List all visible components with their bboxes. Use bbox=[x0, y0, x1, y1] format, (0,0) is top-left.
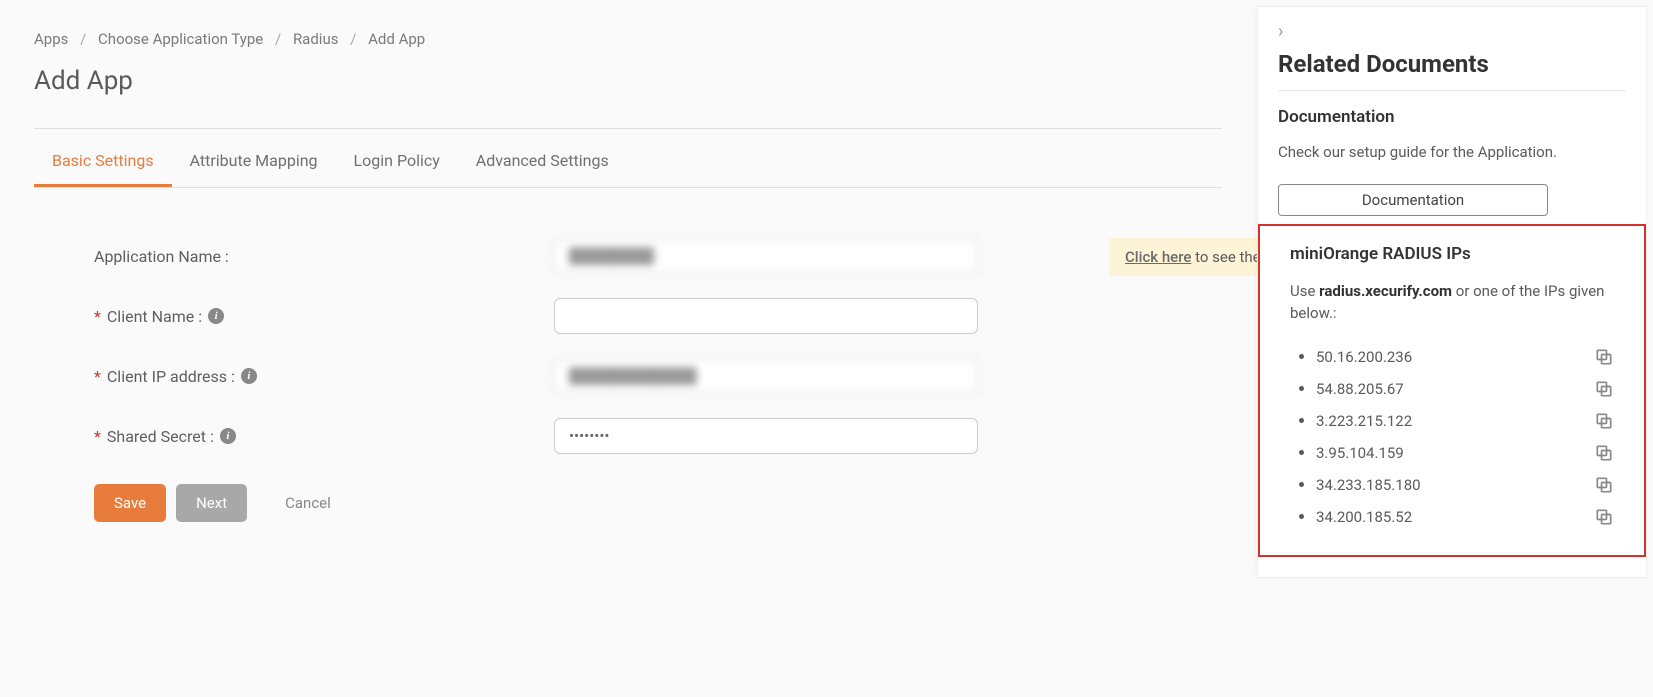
client-name-input[interactable] bbox=[554, 298, 978, 334]
save-button[interactable]: Save bbox=[94, 484, 166, 522]
page-title: Add App bbox=[34, 66, 1222, 96]
breadcrumb-apps[interactable]: Apps bbox=[34, 30, 68, 48]
required-asterisk: * bbox=[94, 367, 101, 386]
side-panel: › Related Documents Documentation Check … bbox=[1257, 6, 1647, 578]
ip-address: 3.95.104.159 bbox=[1316, 444, 1404, 462]
tab-login-policy[interactable]: Login Policy bbox=[336, 137, 458, 187]
ips-domain: radius.xecurify.com bbox=[1319, 282, 1452, 300]
label-text: Client IP address : bbox=[107, 367, 235, 386]
copy-icon[interactable] bbox=[1594, 379, 1614, 399]
client-name-label: * Client Name : i bbox=[94, 307, 554, 326]
client-ip-input[interactable] bbox=[554, 358, 978, 394]
ip-address: 50.16.200.236 bbox=[1316, 348, 1412, 366]
ip-address: 54.88.205.67 bbox=[1316, 380, 1404, 398]
label-text: Client Name : bbox=[107, 307, 202, 326]
radius-ips-heading: miniOrange RADIUS IPs bbox=[1290, 244, 1614, 264]
info-icon[interactable]: i bbox=[241, 368, 257, 384]
ips-use-text: Use bbox=[1290, 282, 1319, 300]
label-text: Application Name : bbox=[94, 247, 229, 266]
divider bbox=[34, 128, 1222, 129]
radius-ips-box: miniOrange RADIUS IPs Use radius.xecurif… bbox=[1258, 224, 1646, 557]
documentation-text: Check our setup guide for the Applicatio… bbox=[1278, 141, 1626, 164]
ip-address: 34.200.185.52 bbox=[1316, 508, 1412, 526]
documentation-heading: Documentation bbox=[1278, 107, 1626, 127]
breadcrumb-current: Add App bbox=[368, 30, 425, 48]
radius-ips-description: Use radius.xecurify.com or one of the IP… bbox=[1290, 280, 1614, 325]
breadcrumb-sep: / bbox=[350, 30, 356, 48]
required-asterisk: * bbox=[94, 427, 101, 446]
next-button[interactable]: Next bbox=[176, 484, 247, 522]
copy-icon[interactable] bbox=[1594, 475, 1614, 495]
documentation-button[interactable]: Documentation bbox=[1278, 184, 1548, 216]
breadcrumb-sep: / bbox=[275, 30, 281, 48]
copy-icon[interactable] bbox=[1594, 507, 1614, 527]
copy-icon[interactable] bbox=[1594, 443, 1614, 463]
info-icon[interactable]: i bbox=[208, 308, 224, 324]
copy-icon[interactable] bbox=[1594, 411, 1614, 431]
required-asterisk: * bbox=[94, 307, 101, 326]
ip-list: 50.16.200.236 54.88.205.67 3.223.215.122 bbox=[1290, 341, 1614, 533]
breadcrumb-choose-type[interactable]: Choose Application Type bbox=[98, 30, 263, 48]
copy-icon[interactable] bbox=[1594, 347, 1614, 367]
ip-address: 3.223.215.122 bbox=[1316, 412, 1412, 430]
breadcrumb-radius[interactable]: Radius bbox=[293, 30, 339, 48]
cancel-button[interactable]: Cancel bbox=[265, 484, 351, 522]
breadcrumb: Apps / Choose Application Type / Radius … bbox=[34, 30, 1222, 48]
application-name-label: Application Name : bbox=[94, 247, 554, 266]
panel-divider bbox=[1278, 90, 1626, 91]
panel-title: Related Documents bbox=[1278, 50, 1626, 78]
application-name-input[interactable] bbox=[554, 238, 978, 274]
tabs: Basic Settings Attribute Mapping Login P… bbox=[34, 137, 1222, 188]
shared-secret-label: * Shared Secret : i bbox=[94, 427, 554, 446]
client-ip-label: * Client IP address : i bbox=[94, 367, 554, 386]
ip-address: 34.233.185.180 bbox=[1316, 476, 1421, 494]
panel-chevron-icon[interactable]: › bbox=[1278, 21, 1626, 42]
info-icon[interactable]: i bbox=[220, 428, 236, 444]
breadcrumb-sep: / bbox=[80, 30, 86, 48]
shared-secret-input[interactable] bbox=[554, 418, 978, 454]
label-text: Shared Secret : bbox=[107, 427, 214, 446]
tab-basic-settings[interactable]: Basic Settings bbox=[34, 137, 172, 187]
tab-attribute-mapping[interactable]: Attribute Mapping bbox=[172, 137, 336, 187]
click-here-link[interactable]: Click here bbox=[1125, 248, 1191, 266]
tab-advanced-settings[interactable]: Advanced Settings bbox=[458, 137, 627, 187]
